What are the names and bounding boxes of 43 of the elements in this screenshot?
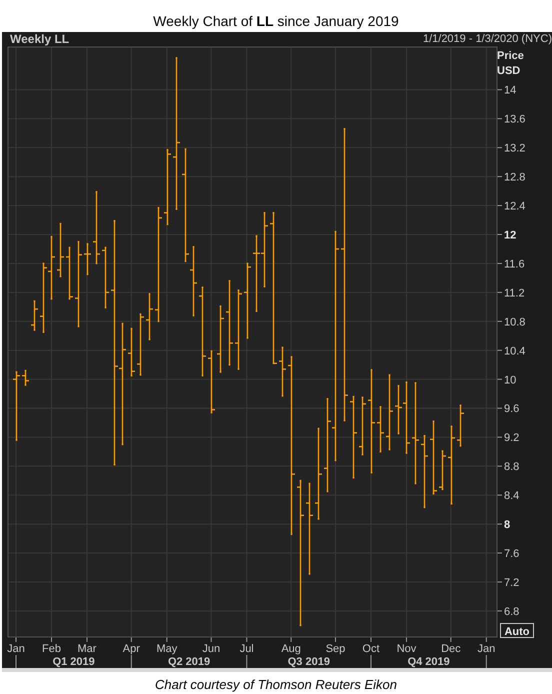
x-axis-label: Dec: [441, 643, 461, 655]
y-axis-label: 14: [504, 84, 516, 97]
y-axis-label: 12.8: [504, 172, 526, 184]
y-axis-label: 11.6: [504, 258, 525, 270]
x-axis-label: May: [156, 643, 178, 655]
chart-name: Weekly LL: [10, 32, 70, 46]
x-axis-label: Feb: [42, 643, 61, 655]
y-axis-label: 6.8: [504, 606, 520, 618]
y-axis-label: 7.2: [504, 576, 520, 589]
y-axis-label: 13.2: [504, 142, 526, 155]
x-axis-label: Jul: [240, 643, 254, 655]
date-range: 1/1/2019 - 1/3/2020 (NYC): [422, 33, 552, 45]
axis-title: USD: [497, 65, 520, 77]
x-axis-label: Apr: [122, 643, 140, 655]
quarter-label: Q1 2019: [52, 656, 95, 668]
y-axis-label: 13.6: [504, 114, 526, 126]
y-axis-label: 9.2: [504, 432, 520, 444]
y-axis-label: 10.8: [504, 316, 526, 328]
quarter-label: Q3 2019: [288, 656, 330, 668]
axis-title: Price: [497, 50, 524, 62]
y-axis-label: 8: [504, 519, 510, 532]
x-axis-label: Jan: [477, 643, 496, 655]
y-axis-label: 11.2: [504, 287, 525, 300]
y-axis-label: 12.4: [504, 200, 526, 213]
x-axis-label: Jun: [202, 643, 220, 655]
y-axis-label: 8.4: [504, 490, 520, 502]
x-axis-label: Sep: [326, 643, 346, 655]
x-axis-label: Jan: [7, 643, 25, 655]
chart-title: Weekly Chart of LL since January 2019: [152, 12, 400, 31]
y-axis-label: 9.6: [504, 403, 520, 416]
x-axis-label: Oct: [362, 643, 380, 655]
y-axis-label: 10: [504, 374, 516, 386]
auto-button[interactable]: Auto: [500, 623, 534, 638]
quarter-label: Q2 2019: [168, 656, 210, 668]
y-axis-label: 7.6: [504, 548, 520, 560]
y-axis-label: 8.8: [504, 461, 520, 474]
chart-caption: Chart courtesy of Thomson Reuters Eikon: [154, 676, 398, 692]
x-axis-label: Nov: [396, 643, 416, 655]
x-axis-label: Mar: [78, 643, 96, 655]
quarter-label: Q4 2019: [408, 656, 450, 668]
y-axis-label: 10.4: [504, 345, 526, 358]
y-axis-label: 12: [504, 230, 516, 242]
x-axis-label: Aug: [281, 643, 301, 655]
